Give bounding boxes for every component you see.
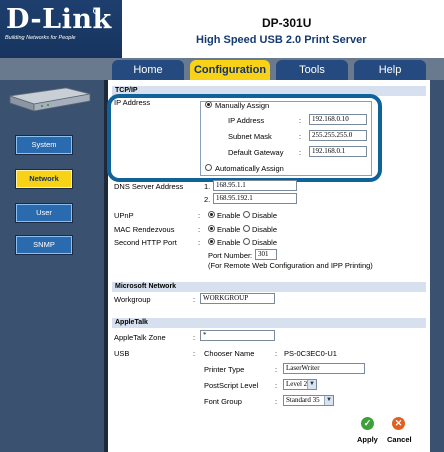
right-margin [430,80,444,452]
port-number-input[interactable]: 301 [255,249,277,260]
upnp-enable-label: Enable [217,211,241,220]
printer-type-label: Printer Type [204,365,245,374]
port-number-label: Port Number [208,251,251,260]
tab-bar: Home Configuration Tools Help [0,58,444,80]
chevron-down-icon: ▼ [307,380,316,389]
printer-type-input[interactable]: LaserWriter [283,363,365,374]
upnp-label: UPnP [114,211,134,220]
cancel-button[interactable]: Cancel [387,435,412,444]
http-disable-radio[interactable] [243,238,250,245]
mac-rendezvous-label: MAC Rendezvous [114,225,175,234]
colon: : [198,211,201,220]
model-name: DP-301U [262,16,312,30]
http-enable-label: Enable [217,238,241,247]
tab-help[interactable]: Help [354,60,426,80]
chevron-down-icon: ▼ [324,396,333,405]
colon: : [193,295,196,304]
highlight-callout [107,94,382,182]
page-title: High Speed USB 2.0 Print Server [196,34,367,46]
dns2-input[interactable]: 168.95.192.1 [213,193,297,204]
header-bar: D-Link Building Networks for People DP-3… [0,0,444,58]
colon: : [193,333,196,342]
colon: : [275,349,278,358]
tab-home[interactable]: Home [112,60,184,80]
second-http-label: Second HTTP Port [114,238,177,247]
sidebar-item-network[interactable]: Network [15,169,73,189]
usb-label: USB [114,349,130,358]
upnp-enable-radio[interactable] [208,211,215,218]
colon: : [250,251,253,260]
dns1-prefix: 1. [204,182,211,191]
dns-label: DNS Server Address [114,182,184,191]
postscript-level-select[interactable]: Level 2 ▼ [283,379,317,390]
logo-tagline: Building Networks for People [5,35,76,41]
colon: : [275,397,278,406]
http-enable-radio[interactable] [208,238,215,245]
section-microsoft-heading: Microsoft Network [112,282,426,292]
print-server-device-icon [9,87,91,112]
colon: : [193,349,196,358]
dlink-logo: D-Link Building Networks for People [0,0,122,58]
checkmark-icon[interactable]: ✓ [361,417,374,430]
http-disable-label: Disable [252,238,278,247]
appletalk-zone-input[interactable]: * [200,330,275,341]
mac-enable-label: Enable [217,225,241,234]
dns1-input[interactable]: 168.95.1.1 [213,180,297,191]
registered-mark-icon [93,8,99,14]
port-note: (For Remote Web Configuration and IPP Pr… [208,261,373,270]
font-group-value: Standard 35 [286,396,320,404]
mac-disable-radio[interactable] [243,225,250,232]
postscript-label: PostScript Level [204,381,259,390]
colon: : [198,225,201,234]
workgroup-label: Workgroup [114,295,151,304]
apply-button[interactable]: Apply [357,435,378,444]
tab-tools[interactable]: Tools [276,60,348,80]
colon: : [275,365,278,374]
postscript-level-value: Level 2 [286,380,308,388]
dns2-prefix: 2. [204,195,211,204]
tab-configuration[interactable]: Configuration [190,60,270,80]
upnp-disable-radio[interactable] [243,211,250,218]
mac-enable-radio[interactable] [208,225,215,232]
chooser-value: PS-0C3EC0-U1 [284,349,337,358]
workgroup-input[interactable]: WORKGROUP [200,293,275,304]
colon: : [198,238,201,247]
sidebar-item-system[interactable]: System [15,135,73,155]
chooser-label: Chooser Name [204,349,255,358]
zone-label: AppleTalk Zone [114,333,166,342]
close-icon[interactable]: ✕ [392,417,405,430]
upnp-disable-label: Disable [252,211,278,220]
font-group-label: Font Group [204,397,242,406]
font-group-select[interactable]: Standard 35 ▼ [283,395,334,406]
mac-disable-label: Disable [252,225,278,234]
colon: : [275,381,278,390]
sidebar-item-snmp[interactable]: SNMP [15,235,73,255]
section-appletalk-heading: AppleTalk [112,318,426,328]
sidebar-item-user[interactable]: User [15,203,73,223]
